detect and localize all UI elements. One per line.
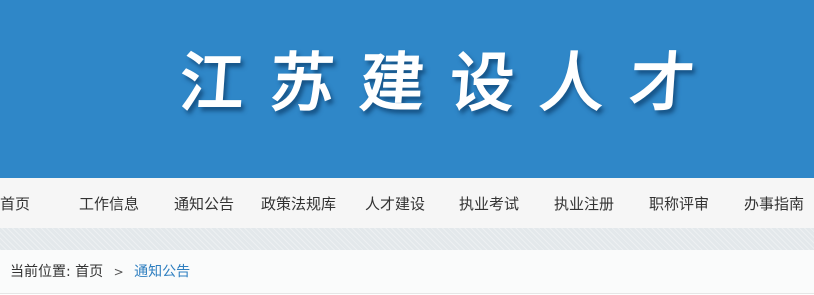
page: 江 苏 建 设 人 才 首页 工作信息 通知公告 政策法规库 人才建设 执业考试… <box>0 0 814 295</box>
nav-item-notices[interactable]: 通知公告 <box>174 178 234 228</box>
logo-char-3: 建 <box>357 47 427 121</box>
breadcrumb-current[interactable]: 通知公告 <box>134 264 190 280</box>
nav-item-guide[interactable]: 办事指南 <box>744 178 804 228</box>
site-banner: 江 苏 建 设 人 才 <box>0 0 814 178</box>
nav-item-title-review[interactable]: 职称评审 <box>649 178 709 228</box>
logo-char-2: 苏 <box>267 47 337 121</box>
logo-char-4: 设 <box>447 47 517 121</box>
main-nav: 首页 工作信息 通知公告 政策法规库 人才建设 执业考试 执业注册 职称评审 办… <box>0 178 814 228</box>
breadcrumb-bar: 当前位置: 首页 > 通知公告 <box>0 250 814 294</box>
logo-char-1: 江 <box>177 47 247 121</box>
breadcrumb-separator: > <box>113 265 124 279</box>
nav-item-policy-regs[interactable]: 政策法规库 <box>261 178 336 228</box>
breadcrumb-prefix: 当前位置: <box>10 264 71 280</box>
logo-char-6: 才 <box>627 47 697 121</box>
decorative-stripe <box>0 228 814 250</box>
nav-item-registration[interactable]: 执业注册 <box>554 178 614 228</box>
breadcrumb-home-link[interactable]: 首页 <box>75 264 103 280</box>
logo-char-5: 人 <box>537 47 607 121</box>
nav-item-home[interactable]: 首页 <box>0 178 30 228</box>
nav-item-talent[interactable]: 人才建设 <box>365 178 425 228</box>
site-logo[interactable]: 江 苏 建 设 人 才 <box>177 44 720 124</box>
breadcrumb: 当前位置: 首页 > 通知公告 <box>10 250 190 293</box>
nav-item-exam[interactable]: 执业考试 <box>459 178 519 228</box>
nav-item-work-info[interactable]: 工作信息 <box>79 178 139 228</box>
